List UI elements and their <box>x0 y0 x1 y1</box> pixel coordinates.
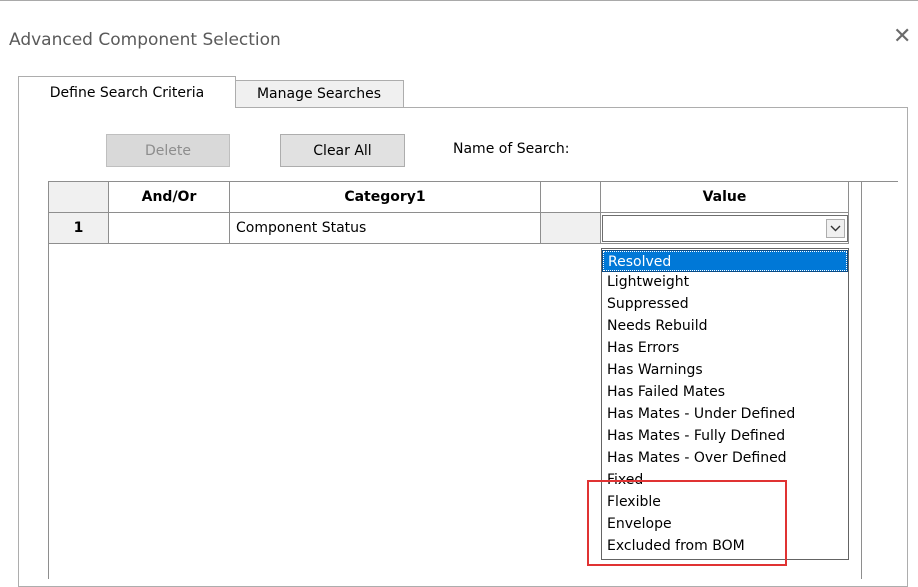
grid-header-and-or[interactable]: And/Or <box>109 182 230 213</box>
dropdown-option-has-failed-mates[interactable]: Has Failed Mates <box>603 382 847 402</box>
tab-manage-searches[interactable]: Manage Searches <box>235 80 404 108</box>
dropdown-option-mates-fully-defined[interactable]: Has Mates - Fully Defined <box>603 426 847 446</box>
value-combobox[interactable] <box>602 215 848 242</box>
row-and-or-cell[interactable] <box>109 213 230 244</box>
row-number[interactable]: 1 <box>49 213 109 244</box>
row-extra-cell[interactable] <box>541 213 601 244</box>
row-category-cell[interactable]: Component Status <box>230 213 541 244</box>
grid-header-value[interactable]: Value <box>601 182 849 213</box>
dropdown-option-mates-under-defined[interactable]: Has Mates - Under Defined <box>603 404 847 424</box>
dropdown-option-has-warnings[interactable]: Has Warnings <box>603 360 847 380</box>
annotation-highlight-box <box>587 480 787 566</box>
grid-header-blank[interactable] <box>541 182 601 213</box>
close-icon[interactable]: ✕ <box>893 26 911 48</box>
advanced-component-selection-dialog: Advanced Component Selection ✕ Manage Se… <box>0 0 918 587</box>
delete-button[interactable]: Delete <box>106 134 230 167</box>
dropdown-option-mates-over-defined[interactable]: Has Mates - Over Defined <box>603 448 847 468</box>
chevron-down-icon[interactable] <box>826 219 845 238</box>
clear-all-button[interactable]: Clear All <box>280 134 405 167</box>
dropdown-option-suppressed[interactable]: Suppressed <box>603 294 847 314</box>
dialog-title: Advanced Component Selection <box>9 30 281 50</box>
dropdown-option-lightweight[interactable]: Lightweight <box>603 272 847 292</box>
name-of-search-label: Name of Search: <box>453 141 570 157</box>
dropdown-option-needs-rebuild[interactable]: Needs Rebuild <box>603 316 847 336</box>
grid-header-category[interactable]: Category1 <box>230 182 541 213</box>
dropdown-option-has-errors[interactable]: Has Errors <box>603 338 847 358</box>
tab-define-search-criteria[interactable]: Define Search Criteria <box>18 76 236 108</box>
grid-header-corner <box>49 182 109 213</box>
dropdown-option-resolved[interactable]: Resolved <box>602 250 848 272</box>
